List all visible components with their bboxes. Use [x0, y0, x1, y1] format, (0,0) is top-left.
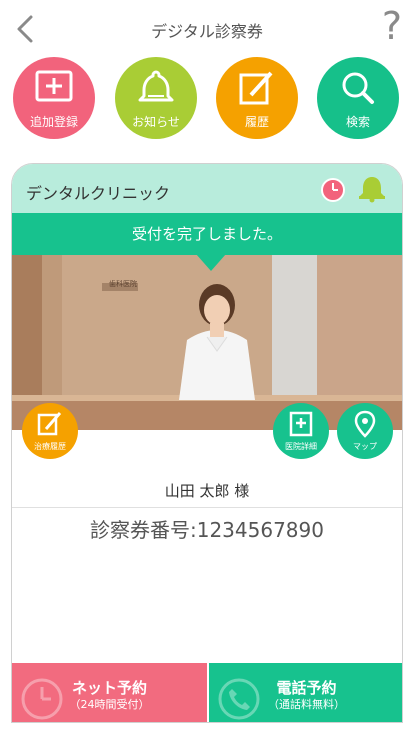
edit-icon [239, 71, 273, 105]
net-reservation-sub: （24時間受付） [69, 698, 150, 711]
banner-pointer [196, 254, 226, 271]
page-title: デジタル診察券 [151, 22, 263, 41]
history-button[interactable]: 履歴 [216, 57, 298, 139]
plus-square-icon [35, 70, 73, 102]
map-pin-icon [354, 410, 376, 438]
tel-reservation-button[interactable]: 電話予約 （通話料無料） [209, 663, 402, 722]
help-button[interactable]: ? [382, 6, 402, 46]
clinic-name: デンタルクリニック [26, 184, 171, 203]
clinic-card: デンタルクリニック 受付を完了しました。 歯科医院 治療履歴 医院詳細 マップ … [11, 163, 403, 723]
status-banner: 受付を完了しました。 [12, 213, 402, 255]
divider [12, 507, 402, 508]
notice-button[interactable]: お知らせ [115, 57, 197, 139]
search-button[interactable]: 検索 [317, 57, 399, 139]
add-registration-label: 追加登録 [29, 115, 78, 129]
map-label: マップ [353, 442, 377, 451]
hospital-icon [289, 411, 313, 437]
bell-status-icon[interactable] [357, 175, 387, 203]
net-reservation-label: ネット予約 [71, 679, 147, 697]
clock-icon[interactable] [320, 177, 346, 203]
photo-sign: 歯科医院 [109, 280, 137, 288]
treatment-history-button[interactable]: 治療履歴 [22, 403, 78, 459]
bell-icon [138, 70, 174, 102]
history-label: 履歴 [244, 115, 269, 129]
clinic-detail-button[interactable]: 医院詳細 [273, 403, 329, 459]
search-label: 検索 [345, 115, 370, 129]
top-bar: デジタル診察券 ? [0, 0, 414, 56]
tel-reservation-sub: （通話料無料） [268, 698, 345, 711]
clinic-detail-label: 医院詳細 [285, 442, 317, 451]
search-icon [342, 72, 374, 104]
notice-label: お知らせ [132, 115, 180, 129]
ticket-number: 診察券番号:1234567890 [90, 518, 324, 542]
treatment-history-label: 治療履歴 [34, 442, 66, 451]
map-button[interactable]: マップ [337, 403, 393, 459]
tel-reservation-label: 電話予約 [276, 679, 337, 697]
add-registration-button[interactable]: 追加登録 [13, 57, 95, 139]
card-header: デンタルクリニック [12, 164, 402, 213]
patient-name: 山田 太郎 様 [164, 482, 250, 500]
edit-icon [37, 412, 62, 436]
net-reservation-button[interactable]: ネット予約 （24時間受付） [12, 663, 207, 722]
clinic-photo: 歯科医院 [12, 255, 402, 430]
